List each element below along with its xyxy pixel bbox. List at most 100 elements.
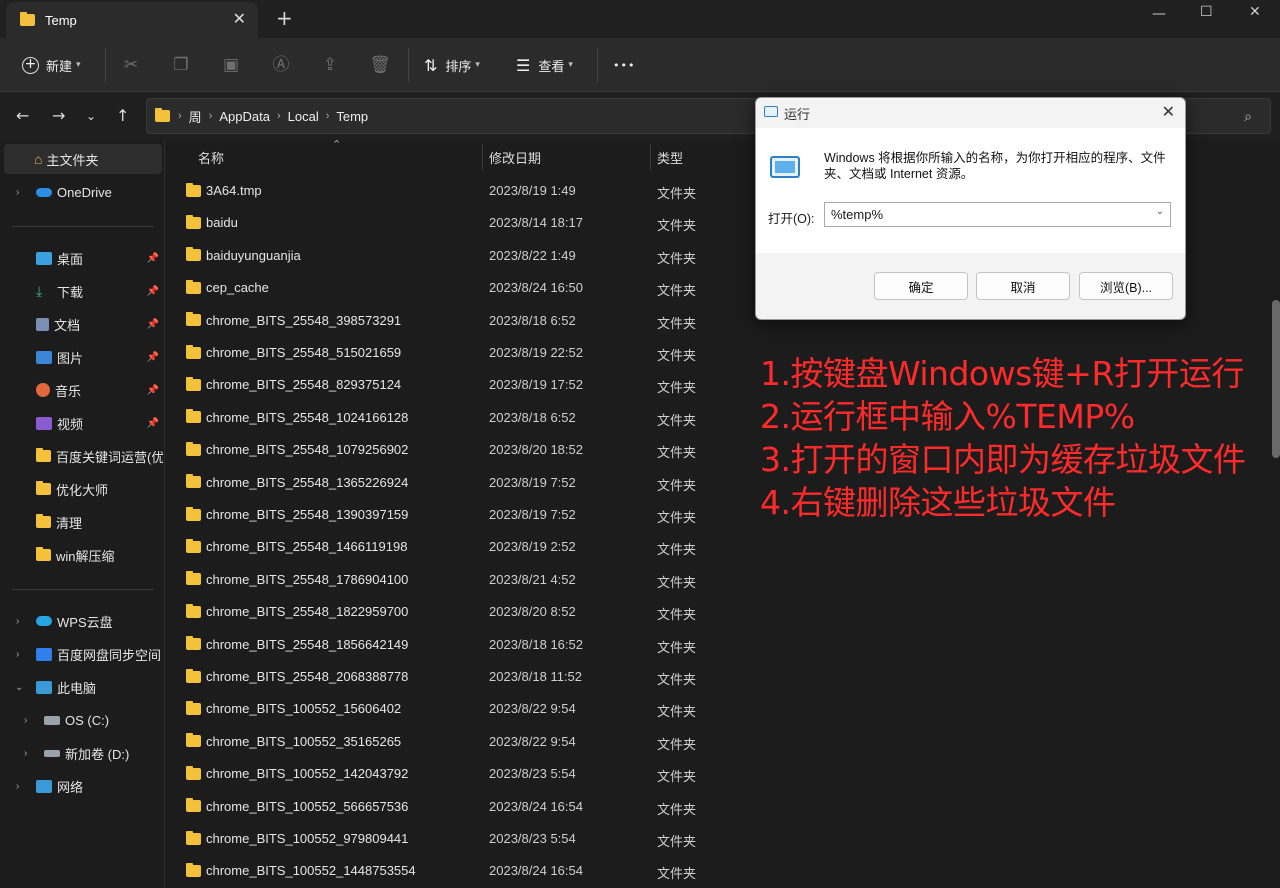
file-date: 2023/8/19 2:52	[489, 539, 576, 555]
cancel-button[interactable]: 取消	[976, 272, 1070, 300]
new-button[interactable]: + 新建 ▾	[22, 38, 81, 92]
sidebar-item-downloads[interactable]: ⤓ 下载 📌	[0, 276, 163, 306]
delete-icon[interactable]: 🗑	[369, 54, 391, 76]
table-row[interactable]: chrome_BITS_100552_142043792 2023/8/23 5:…	[166, 758, 1280, 790]
back-arrow-icon[interactable]: ←	[16, 106, 29, 125]
file-name: chrome_BITS_25548_829375124	[206, 377, 402, 393]
column-divider[interactable]	[482, 144, 483, 170]
column-divider[interactable]	[650, 144, 651, 170]
view-list-icon: ☰	[516, 55, 531, 75]
sidebar-item-pictures[interactable]: 图片 📌	[0, 342, 163, 372]
chevron-right-icon[interactable]: ›	[16, 649, 19, 660]
pin-icon[interactable]: 📌	[147, 319, 159, 330]
breadcrumb-item[interactable]: AppData	[219, 109, 270, 124]
sidebar-item-videos[interactable]: 视频 📌	[0, 408, 163, 438]
folder-icon	[186, 474, 201, 489]
pin-icon[interactable]: 📌	[147, 352, 159, 363]
chevron-right-icon[interactable]: ›	[16, 616, 19, 627]
view-button[interactable]: ☰ 查看 ▾	[516, 38, 573, 92]
dialog-close-button[interactable]: ✕	[1162, 102, 1175, 122]
rename-icon[interactable]: Ⓐ	[270, 54, 292, 76]
table-row[interactable]: chrome_BITS_100552_35165265 2023/8/22 9:5…	[166, 726, 1280, 758]
breadcrumb-separator-icon: ›	[325, 110, 330, 122]
sidebar-item-onedrive[interactable]: › OneDrive	[0, 177, 163, 207]
file-name-cell: chrome_BITS_25548_1390397159	[186, 506, 408, 522]
table-row[interactable]: chrome_BITS_25548_1786904100 2023/8/21 4:…	[166, 564, 1280, 596]
more-options-button[interactable]: •••	[613, 38, 635, 92]
sort-button[interactable]: ⇅ 排序 ▾	[424, 38, 480, 92]
column-header-type[interactable]: 类型	[657, 140, 683, 174]
search-icon[interactable]: ⌕	[1244, 108, 1252, 125]
browse-button[interactable]: 浏览(B)...	[1079, 272, 1173, 300]
sidebar-item-folder[interactable]: 优化大师	[0, 474, 163, 504]
folder-icon	[186, 668, 201, 683]
sidebar-item-desktop[interactable]: 桌面 📌	[0, 243, 163, 273]
view-button-label: 查看	[538, 59, 565, 75]
pin-icon[interactable]: 📌	[147, 385, 159, 396]
sidebar-item-label: 新加卷 (D:)	[65, 746, 130, 762]
video-icon	[36, 416, 52, 430]
sidebar-item-label: 此电脑	[57, 680, 97, 696]
recent-locations-chevron-icon[interactable]: ⌄	[86, 109, 96, 123]
table-row[interactable]: chrome_BITS_25548_1466119198 2023/8/19 2:…	[166, 531, 1280, 563]
chevron-down-icon[interactable]: ⌄	[15, 682, 23, 693]
new-tab-button[interactable]: +	[276, 8, 293, 28]
sidebar-item-music[interactable]: 音乐 📌	[0, 375, 163, 405]
file-name-cell: baiduyunguanjia	[186, 247, 301, 263]
tab-temp[interactable]: Temp ✕	[6, 2, 258, 38]
sidebar-item-wps[interactable]: › WPS云盘	[0, 606, 163, 636]
sidebar-item-folder[interactable]: 百度关键词运营(优化	[0, 441, 163, 471]
sidebar-item-folder[interactable]: win解压缩	[0, 540, 163, 570]
chevron-right-icon[interactable]: ›	[24, 715, 27, 726]
file-date: 2023/8/18 6:52	[489, 409, 576, 425]
scrollbar-thumb[interactable]	[1272, 300, 1280, 458]
pin-icon[interactable]: 📌	[147, 253, 159, 264]
sidebar-item-documents[interactable]: 文档 📌	[0, 309, 163, 339]
column-header-label: 修改日期	[489, 150, 542, 166]
sidebar-item-this-pc[interactable]: ⌄ 此电脑	[0, 672, 163, 702]
maximize-button[interactable]: ☐	[1200, 4, 1213, 20]
file-type: 文件夹	[657, 186, 697, 201]
table-row[interactable]: chrome_BITS_25548_1822959700 2023/8/20 8:…	[166, 596, 1280, 628]
sidebar-item-os-c[interactable]: › OS (C:)	[0, 705, 163, 735]
chevron-down-icon[interactable]: ⌄	[1156, 206, 1164, 217]
sidebar-item-network[interactable]: › 网络	[0, 771, 163, 801]
table-row[interactable]: chrome_BITS_25548_2068388778 2023/8/18 11…	[166, 661, 1280, 693]
chevron-right-icon[interactable]: ›	[16, 781, 19, 792]
column-header-date[interactable]: 修改日期	[489, 140, 541, 174]
pin-icon[interactable]: 📌	[147, 286, 159, 297]
sidebar-item-new-volume[interactable]: › 新加卷 (D:)	[0, 738, 163, 768]
paste-icon[interactable]: ▣	[220, 54, 242, 76]
breadcrumb-item[interactable]: Local	[288, 109, 319, 124]
file-date: 2023/8/20 18:52	[489, 442, 583, 458]
file-type: 文件夹	[657, 704, 697, 720]
chevron-right-icon[interactable]: ›	[16, 187, 19, 198]
table-row[interactable]: chrome_BITS_25548_1856642149 2023/8/18 16…	[166, 629, 1280, 661]
file-name-cell: chrome_BITS_100552_566657536	[186, 798, 408, 814]
table-row[interactable]: chrome_BITS_100552_566657536 2023/8/24 16…	[166, 791, 1280, 823]
sidebar-item-folder[interactable]: 清理	[0, 507, 163, 537]
table-row[interactable]: chrome_BITS_100552_979809441 2023/8/23 5:…	[166, 823, 1280, 855]
breadcrumb-item[interactable]: 周	[189, 107, 202, 126]
close-window-button[interactable]: ✕	[1249, 4, 1261, 20]
forward-arrow-icon[interactable]: →	[52, 106, 65, 125]
share-icon[interactable]: ⇪	[319, 54, 341, 76]
chevron-right-icon[interactable]: ›	[24, 748, 27, 759]
file-date: 2023/8/18 6:52	[489, 312, 576, 328]
pin-icon[interactable]: 📌	[147, 418, 159, 429]
breadcrumb-item[interactable]: Temp	[336, 109, 368, 124]
folder-icon	[36, 514, 51, 528]
sidebar-item-baidu-sync[interactable]: › 百度网盘同步空间	[0, 639, 163, 669]
column-header-name[interactable]: 名称	[198, 140, 224, 174]
ok-button[interactable]: 确定	[874, 272, 968, 300]
sidebar-item-home[interactable]: ⌂ 主文件夹	[4, 144, 162, 174]
tab-close-icon[interactable]: ✕	[233, 9, 246, 28]
table-row[interactable]: chrome_BITS_100552_1448753554 2023/8/24 1…	[166, 855, 1280, 887]
up-arrow-icon[interactable]: ↑	[116, 106, 129, 125]
cut-icon[interactable]: ✂	[120, 54, 142, 76]
table-row[interactable]: chrome_BITS_100552_15606402 2023/8/22 9:5…	[166, 693, 1280, 725]
run-command-input[interactable]: %temp% ⌄	[824, 202, 1171, 227]
folder-icon	[186, 636, 201, 651]
minimize-button[interactable]: —	[1152, 6, 1166, 22]
copy-icon[interactable]: ❐	[170, 54, 192, 76]
